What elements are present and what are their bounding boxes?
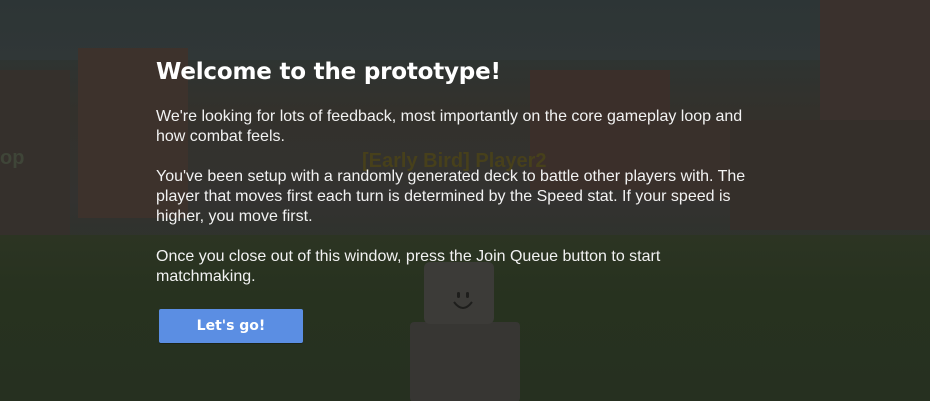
feedback-paragraph: We're looking for lots of feedback, most… <box>156 108 743 145</box>
side-nametag: op <box>0 147 25 169</box>
lets-go-button[interactable]: Let's go! <box>159 309 303 343</box>
background-wall <box>820 0 930 120</box>
welcome-dialog: Welcome to the prototype! We're looking … <box>156 52 776 287</box>
deck-paragraph: You've been setup with a randomly genera… <box>156 168 746 225</box>
dialog-title: Welcome to the prototype! <box>156 59 501 85</box>
queue-paragraph: Once you close out of this window, press… <box>156 248 661 285</box>
smile-face-icon <box>453 292 473 309</box>
avatar-torso <box>410 322 520 401</box>
